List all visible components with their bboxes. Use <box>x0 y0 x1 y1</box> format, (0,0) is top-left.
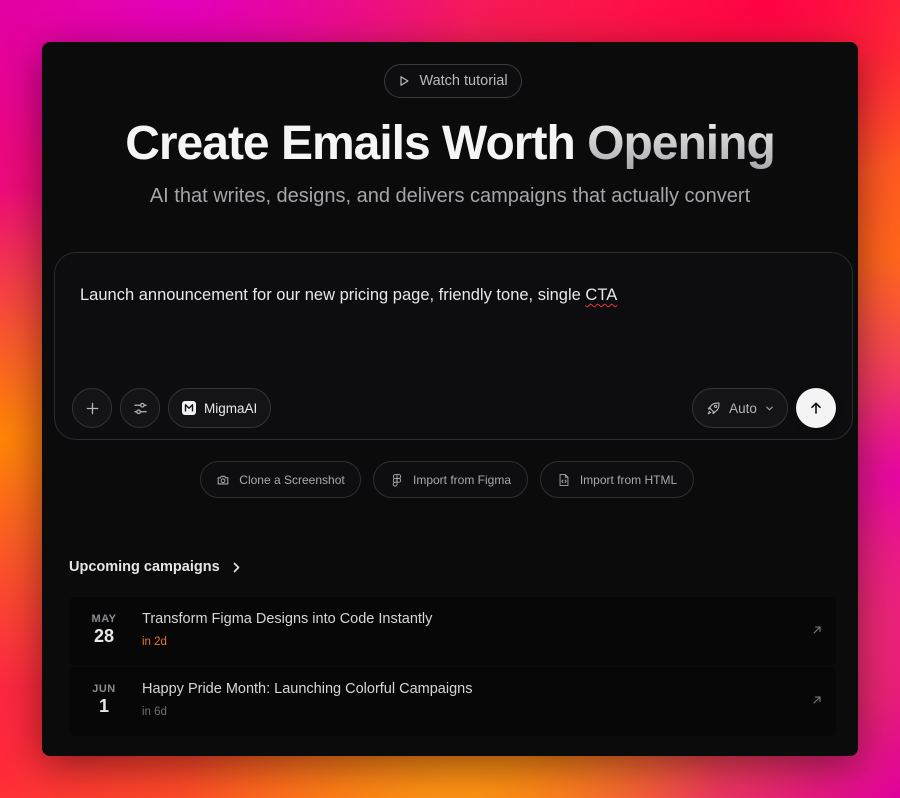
prompt-composer: Launch announcement for our new pricing … <box>54 252 853 440</box>
external-arrow-icon[interactable] <box>812 625 822 635</box>
campaign-row[interactable]: JUN 1 Happy Pride Month: Launching Color… <box>69 667 836 736</box>
campaign-date: JUN 1 <box>69 683 139 717</box>
campaign-row[interactable]: MAY 28 Transform Figma Designs into Code… <box>69 597 836 666</box>
html-file-icon <box>559 473 569 486</box>
watch-tutorial-button[interactable]: Watch tutorial <box>384 64 522 98</box>
chevron-down-icon <box>766 406 773 410</box>
mode-label: Auto <box>729 400 757 416</box>
arrow-up-icon <box>811 402 821 414</box>
campaign-title: Transform Figma Designs into Code Instan… <box>142 611 433 627</box>
campaign-day: 28 <box>93 626 115 646</box>
camera-icon <box>217 475 229 484</box>
model-label: MigmaAI <box>204 400 258 416</box>
figma-icon <box>392 473 402 487</box>
campaign-relative-time: in 2d <box>142 636 167 648</box>
title-faded: Opening <box>587 117 776 170</box>
campaign-date: MAY 28 <box>69 613 139 647</box>
title-main: Create Emails Worth <box>125 117 588 170</box>
plus-icon <box>86 402 98 414</box>
campaign-month: JUN <box>92 683 116 695</box>
prompt-text: Launch announcement for our new pricing … <box>80 286 586 304</box>
page-title: Create Emails Worth Opening <box>42 114 858 174</box>
add-attachment-button[interactable] <box>72 388 112 428</box>
app-window: Watch tutorial Create Emails Worth Openi… <box>42 42 858 756</box>
watch-tutorial-label: Watch tutorial <box>419 73 508 89</box>
rocket-icon <box>707 401 720 414</box>
model-selector[interactable]: MigmaAI <box>168 388 272 428</box>
import-html-label: Import from HTML <box>579 472 678 487</box>
prompt-input[interactable]: Launch announcement for our new pricing … <box>80 286 617 305</box>
external-arrow-icon[interactable] <box>812 695 822 705</box>
spellcheck-flagged-word: CTA <box>585 286 618 304</box>
import-html-button[interactable]: Import from HTML <box>540 461 694 498</box>
campaign-title: Happy Pride Month: Launching Colorful Ca… <box>142 681 473 697</box>
page-subtitle: AI that writes, designs, and delivers ca… <box>149 185 751 207</box>
mode-selector[interactable]: Auto <box>692 388 788 428</box>
clone-screenshot-button[interactable]: Clone a Screenshot <box>200 461 361 498</box>
campaign-month: MAY <box>91 613 117 625</box>
clone-screenshot-label: Clone a Screenshot <box>239 472 345 487</box>
campaign-day: 1 <box>98 696 109 716</box>
send-button[interactable] <box>796 388 836 428</box>
upcoming-campaigns-link[interactable]: Upcoming campaigns <box>69 559 241 575</box>
import-figma-label: Import from Figma <box>412 472 511 487</box>
migma-logo-icon <box>182 401 196 415</box>
play-icon <box>400 76 410 86</box>
section-title: Upcoming campaigns <box>69 559 220 575</box>
sliders-icon <box>133 402 147 414</box>
campaign-relative-time: in 6d <box>142 706 167 718</box>
import-figma-button[interactable]: Import from Figma <box>373 461 528 498</box>
settings-button[interactable] <box>120 388 160 428</box>
chevron-right-icon <box>233 562 239 572</box>
